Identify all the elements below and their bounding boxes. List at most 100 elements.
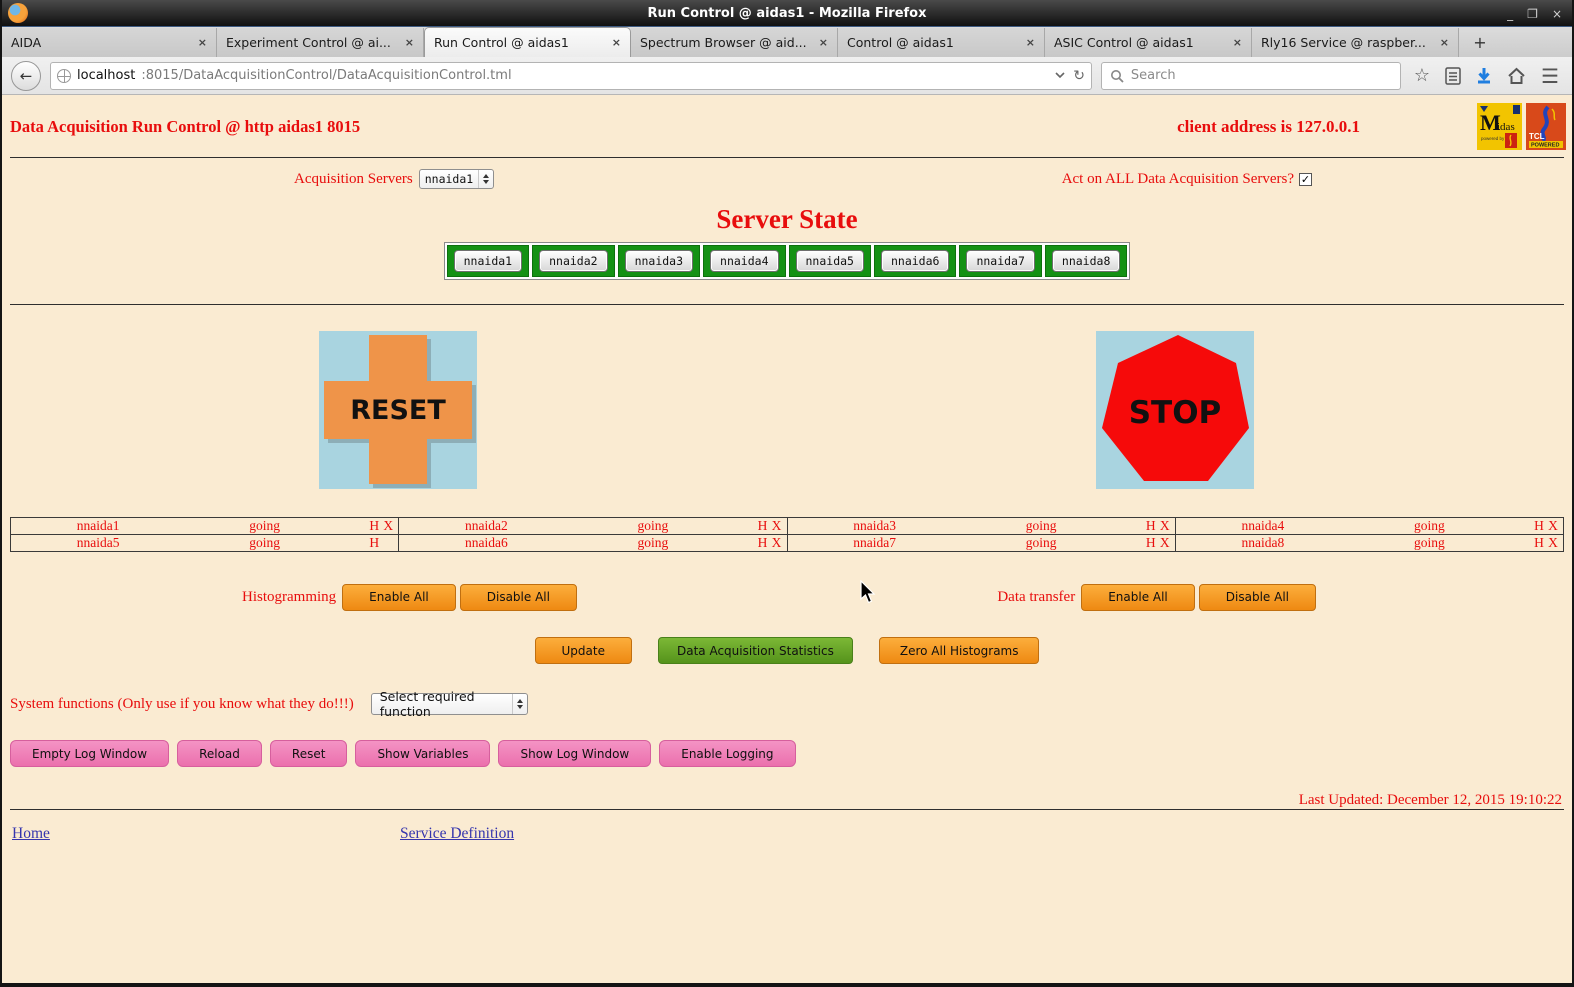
server-run-state: going bbox=[1025, 518, 1057, 533]
transfer-flag[interactable]: X bbox=[769, 518, 783, 534]
tab-close-icon[interactable]: × bbox=[1026, 36, 1035, 49]
histogram-flag[interactable]: H bbox=[1532, 518, 1546, 534]
server-button-nnaida1[interactable]: nnaida1 bbox=[453, 250, 523, 272]
tab-label: Experiment Control @ ai... bbox=[226, 35, 391, 50]
server-button-nnaida5[interactable]: nnaida5 bbox=[795, 250, 864, 272]
tab-3[interactable]: Run Control @ aidas1 × bbox=[424, 27, 631, 57]
server-state-cell-nnaida2: nnaida2 bbox=[532, 245, 615, 277]
page-content: Data Acquisition Run Control @ http aida… bbox=[2, 95, 1572, 983]
tab-close-icon[interactable]: × bbox=[405, 36, 414, 49]
new-tab-button[interactable]: + bbox=[1459, 28, 1501, 57]
chevron-down-icon[interactable] bbox=[1055, 72, 1065, 79]
transfer-flag[interactable]: X bbox=[1546, 518, 1560, 534]
home-icon[interactable] bbox=[1507, 67, 1526, 85]
reading-list-icon[interactable] bbox=[1445, 66, 1461, 85]
update-button[interactable]: Update bbox=[534, 637, 632, 664]
divider bbox=[10, 157, 1564, 158]
search-input[interactable]: Search bbox=[1100, 61, 1401, 90]
tab-close-icon[interactable]: × bbox=[1233, 36, 1242, 49]
server-state-cell-nnaida8: nnaida8 bbox=[1044, 245, 1128, 277]
show-variables-button[interactable]: Show Variables bbox=[355, 740, 491, 767]
transfer-flag[interactable]: X bbox=[1158, 535, 1172, 551]
statistics-button[interactable]: Data Acquisition Statistics bbox=[657, 637, 853, 664]
data-transfer-disable-all-button[interactable]: Disable All bbox=[1198, 583, 1316, 611]
histogramming-enable-all-button[interactable]: Enable All bbox=[342, 583, 456, 611]
server-button-nnaida8[interactable]: nnaida8 bbox=[1051, 250, 1121, 272]
empty-log-window-button[interactable]: Empty Log Window bbox=[10, 740, 170, 767]
histogram-flag[interactable]: H bbox=[367, 535, 381, 551]
server-button-nnaida4[interactable]: nnaida4 bbox=[710, 250, 779, 272]
download-icon[interactable] bbox=[1476, 67, 1492, 85]
act-on-all-checkbox[interactable]: ✓ bbox=[1299, 172, 1312, 186]
tab-4[interactable]: Spectrum Browser @ aid... × bbox=[631, 28, 838, 57]
page-title: Data Acquisition Run Control @ http aida… bbox=[10, 117, 361, 136]
server-status-body: nnaida1 going H Xnnaida2 going H Xnnaida3 going… bbox=[9, 517, 1565, 552]
server-button-nnaida3[interactable]: nnaida3 bbox=[624, 250, 694, 272]
firefox-icon bbox=[8, 3, 28, 23]
tab-close-icon[interactable]: × bbox=[612, 36, 621, 49]
server-state-cell-nnaida3: nnaida3 bbox=[617, 245, 701, 277]
zero-histograms-button[interactable]: Zero All Histograms bbox=[878, 637, 1040, 664]
divider bbox=[10, 304, 1564, 305]
system-function-select[interactable]: Select required function bbox=[370, 689, 528, 719]
transfer-flag[interactable]: X bbox=[1158, 518, 1172, 534]
histogramming-disable-all-button[interactable]: Disable All bbox=[459, 583, 577, 611]
server-state-cell-nnaida4: nnaida4 bbox=[703, 245, 786, 277]
histogram-flag[interactable]: H bbox=[755, 518, 769, 534]
table-row: nnaida1 going H Xnnaida2 going H Xnnaida3 going… bbox=[9, 517, 1565, 535]
tab-close-icon[interactable]: × bbox=[819, 36, 828, 49]
tab-close-icon[interactable]: × bbox=[198, 36, 207, 49]
home-link[interactable]: Home bbox=[12, 825, 50, 843]
acquisition-server-select[interactable]: nnaida1 bbox=[418, 169, 495, 189]
server-button-nnaida7[interactable]: nnaida7 bbox=[966, 250, 1035, 272]
tab-2[interactable]: Experiment Control @ ai... × bbox=[217, 28, 424, 57]
reset-button[interactable]: RESET bbox=[319, 331, 477, 489]
server-run-state: going bbox=[1414, 518, 1445, 533]
transfer-flag[interactable]: X bbox=[1546, 535, 1560, 551]
url-bar[interactable]: localhost :8015/DataAcquisitionControl/D… bbox=[50, 61, 1092, 90]
tab-5[interactable]: Control @ aidas1 × bbox=[838, 28, 1045, 57]
server-state-cell-nnaida1: nnaida1 bbox=[446, 245, 530, 277]
server-run-state: going bbox=[1025, 535, 1057, 550]
data-transfer-enable-all-button[interactable]: Enable All bbox=[1081, 583, 1195, 611]
tab-label: Control @ aidas1 bbox=[847, 35, 954, 50]
service-definition-link[interactable]: Service Definition bbox=[400, 825, 514, 843]
stop-button[interactable]: STOP bbox=[1096, 331, 1254, 489]
tab-1[interactable]: AIDA × bbox=[2, 28, 217, 57]
histogram-flag[interactable]: H bbox=[755, 535, 769, 551]
close-button[interactable]: × bbox=[1552, 7, 1562, 21]
tab-7[interactable]: Rly16 Service @ raspber... × bbox=[1252, 28, 1459, 57]
server-button-nnaida2[interactable]: nnaida2 bbox=[539, 250, 608, 272]
histogram-flag[interactable]: H bbox=[1144, 518, 1158, 534]
transfer-flag[interactable]: X bbox=[769, 535, 783, 551]
reset-label: RESET bbox=[350, 395, 446, 426]
reload-button[interactable]: Reload bbox=[177, 740, 262, 767]
histogram-flag[interactable]: H bbox=[367, 518, 381, 534]
reload-icon[interactable]: ↻ bbox=[1073, 68, 1085, 84]
show-log-window-button[interactable]: Show Log Window bbox=[498, 740, 652, 767]
tab-6[interactable]: ASIC Control @ aidas1 × bbox=[1045, 28, 1252, 57]
acquisition-servers-label: Acquisition Servers bbox=[294, 170, 413, 187]
client-address: client address is 127.0.0.1 bbox=[1177, 117, 1360, 136]
histogramming-label: Histogramming bbox=[242, 588, 337, 605]
server-name: nnaida4 bbox=[1241, 518, 1285, 533]
histogram-flag[interactable]: H bbox=[1144, 535, 1158, 551]
bookmark-star-icon[interactable]: ☆ bbox=[1414, 66, 1430, 85]
transfer-flag[interactable] bbox=[381, 535, 395, 551]
tab-close-icon[interactable]: × bbox=[1440, 36, 1449, 49]
minimize-button[interactable]: _ bbox=[1507, 7, 1513, 21]
window-titlebar: Run Control @ aidas1 - Mozilla Firefox _… bbox=[2, 0, 1572, 27]
tab-label: Rly16 Service @ raspber... bbox=[1261, 35, 1426, 50]
back-button[interactable]: ← bbox=[11, 60, 41, 91]
reset-button[interactable]: Reset bbox=[269, 740, 348, 767]
server-state-cell-nnaida5: nnaida5 bbox=[788, 245, 871, 277]
server-button-nnaida6[interactable]: nnaida6 bbox=[880, 250, 950, 272]
enable-logging-button[interactable]: Enable Logging bbox=[659, 740, 796, 767]
tab-label: Run Control @ aidas1 bbox=[434, 35, 569, 50]
server-state-heading: Server State bbox=[716, 204, 858, 234]
menu-icon[interactable]: ☰ bbox=[1541, 66, 1559, 86]
maximize-button[interactable]: ❐ bbox=[1527, 7, 1538, 21]
tab-label: Spectrum Browser @ aid... bbox=[640, 35, 807, 50]
transfer-flag[interactable]: X bbox=[381, 518, 395, 534]
histogram-flag[interactable]: H bbox=[1532, 535, 1546, 551]
